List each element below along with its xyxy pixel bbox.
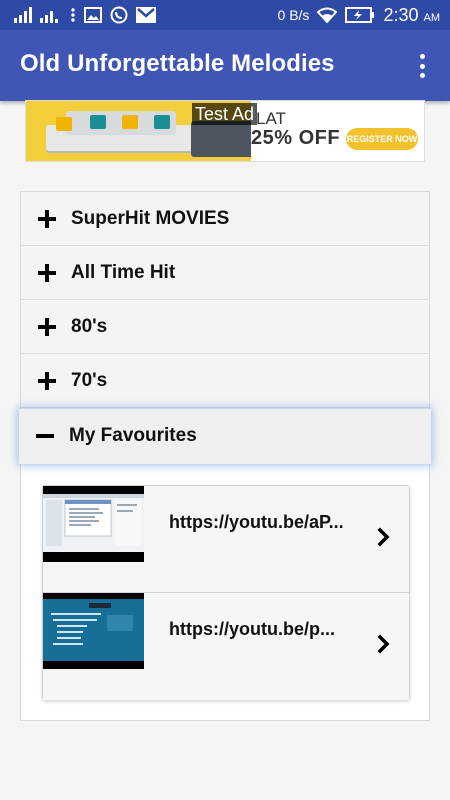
test-ad-label: Test Ad: [192, 103, 258, 125]
accordion-item-70s[interactable]: 70's: [21, 354, 429, 408]
accordion-item-all-time-hit[interactable]: All Time Hit: [21, 246, 429, 300]
accordion-item-label: SuperHit MOVIES: [71, 208, 230, 229]
app-bar: Old Unforgettable Melodies: [0, 30, 450, 101]
chevron-right-icon[interactable]: [375, 633, 393, 655]
accordion-item-superhit-movies[interactable]: SuperHit MOVIES: [21, 192, 429, 246]
network-speed: 0 B/s: [277, 7, 310, 23]
ad-pillow: [154, 115, 170, 129]
favourite-url: https://youtu.be/p...: [169, 619, 335, 639]
accordion-item-label: 80's: [71, 316, 108, 337]
ad-pillow: [56, 117, 72, 131]
video-thumbnail: [43, 593, 144, 669]
ad-offer: 25% OFF: [251, 127, 341, 149]
favourite-item[interactable]: https://youtu.be/p...: [43, 593, 409, 700]
plus-icon: [38, 210, 56, 228]
accordion-item-80s[interactable]: 80's: [21, 300, 429, 354]
more-dots-icon: [71, 8, 75, 22]
app-title: Old Unforgettable Melodies: [20, 50, 335, 77]
chevron-right-icon[interactable]: [375, 526, 393, 548]
accordion-item-label: All Time Hit: [71, 262, 176, 283]
accordion-item-label: 70's: [71, 370, 108, 391]
signal-icon: [40, 11, 58, 23]
whatsapp-icon: [110, 6, 128, 24]
category-accordion: SuperHit MOVIES All Time Hit 80's 70's M…: [19, 191, 431, 721]
ad-pillow: [90, 115, 106, 129]
ad-pillow: [122, 115, 138, 129]
battery-icon: [345, 7, 375, 23]
ad-headline: LAT: [256, 109, 286, 128]
favourite-url: https://youtu.be/aP...: [169, 512, 344, 532]
clock: 2:30 AM: [383, 4, 440, 25]
wifi-icon: [317, 7, 338, 23]
signal-icon: [14, 7, 32, 23]
status-bar: 0 B/s 2:30 AM: [0, 0, 450, 30]
video-thumbnail: [43, 486, 144, 562]
accordion-item-my-favourites[interactable]: My Favourites: [19, 409, 431, 464]
image-icon: [84, 7, 102, 23]
plus-icon: [38, 264, 56, 282]
accordion-item-label: My Favourites: [69, 425, 197, 446]
ad-register-button[interactable]: REGISTER NOW: [346, 128, 418, 150]
favourite-item[interactable]: https://youtu.be/aP...: [43, 486, 409, 593]
more-vert-icon[interactable]: [411, 52, 433, 80]
minus-icon: [36, 427, 54, 445]
gmail-icon: [136, 7, 156, 23]
favourites-list: https://youtu.be/aP... https://youtu.be/…: [42, 485, 410, 700]
plus-icon: [38, 372, 56, 390]
plus-icon: [38, 318, 56, 336]
